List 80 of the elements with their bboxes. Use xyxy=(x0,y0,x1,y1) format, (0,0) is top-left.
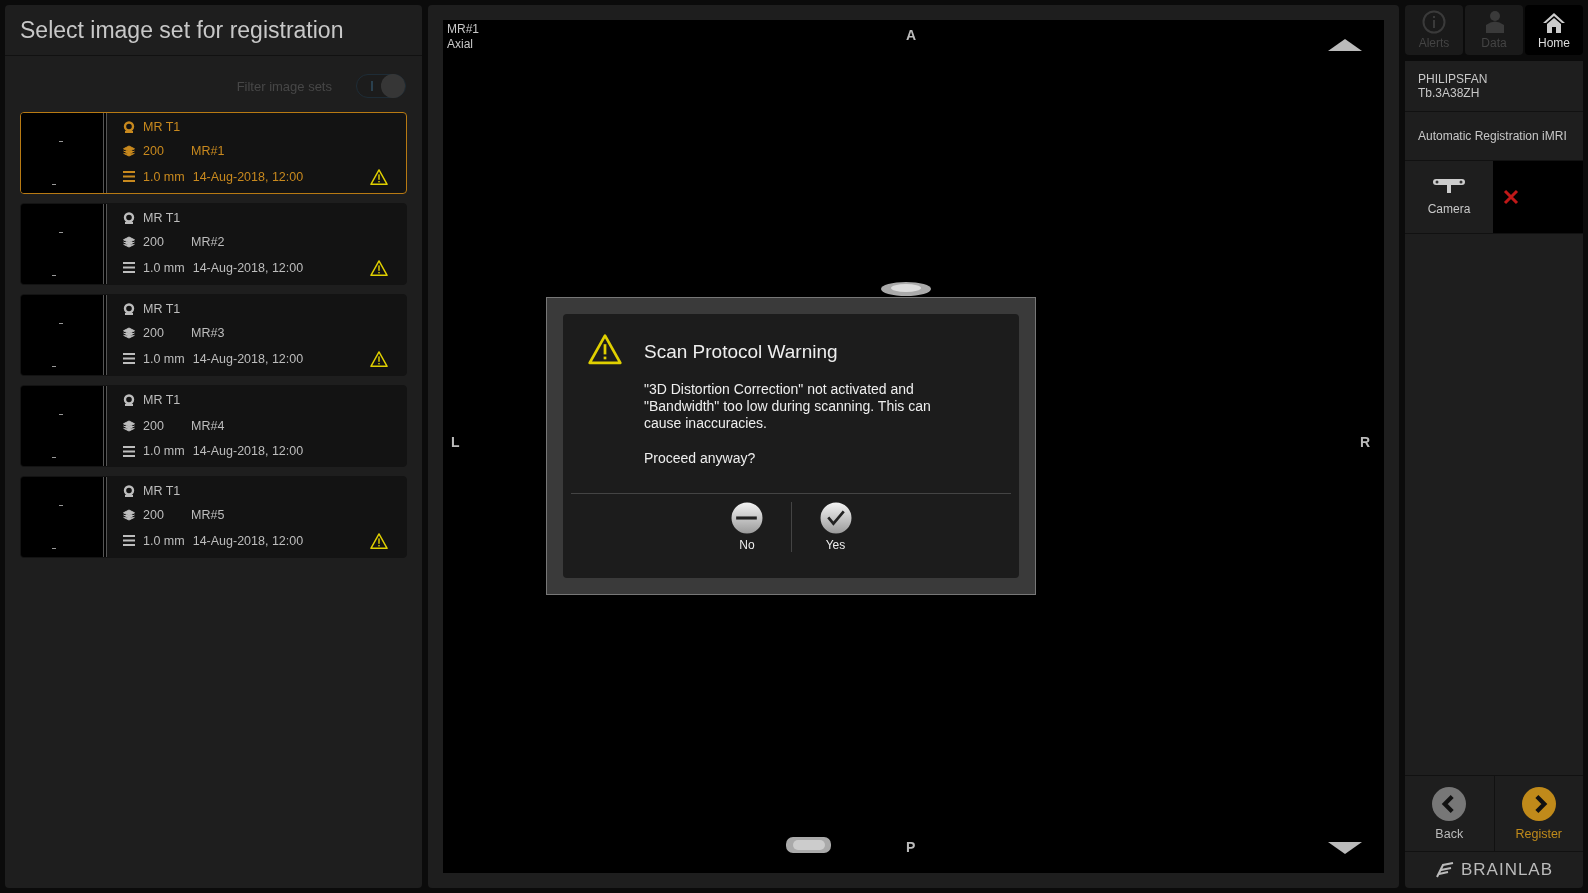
slice-count: 200 xyxy=(143,144,165,159)
no-button[interactable]: No xyxy=(703,502,791,552)
modality-text: MR T1 xyxy=(143,120,181,134)
slice-thickness: 1.0 mm xyxy=(143,169,185,184)
patient-text: PHILIPSFAN xyxy=(1418,72,1489,86)
modality-text: MR T1 xyxy=(143,484,181,498)
modality-text: MR T1 xyxy=(143,302,181,316)
slice-count: 200 xyxy=(143,326,165,341)
acquisition-date: 14-Aug-2018, 12:00 xyxy=(192,533,305,548)
lines-icon xyxy=(123,353,135,365)
yes-button[interactable]: Yes xyxy=(791,502,879,552)
layers-icon xyxy=(123,509,135,522)
orientation-label: P xyxy=(906,839,916,855)
image-set-card[interactable]: MR T1 200 MR#3 1.0 mm 14-Aug-2018, 12:00 xyxy=(20,294,407,376)
lines-icon xyxy=(123,262,135,274)
scanner-icon xyxy=(123,212,135,224)
slice-count: 200 xyxy=(143,508,165,523)
modality-text: MR T1 xyxy=(143,211,181,225)
scan-blob xyxy=(786,837,831,853)
lines-icon xyxy=(123,445,135,457)
dialog-message: "3D Distortion Correction" not activated and "Bandwidth" too low during scanning. This can cause inaccuracies. xyxy=(644,381,932,432)
scan-blob xyxy=(881,282,931,296)
series-name: MR#4 xyxy=(191,418,225,433)
acquisition-date: 14-Aug-2018, 12:00 xyxy=(192,260,305,275)
lines-icon xyxy=(123,171,135,183)
scroll-down-button[interactable] xyxy=(1328,841,1362,855)
scanner-icon xyxy=(123,303,135,315)
series-name: MR#3 xyxy=(191,326,225,341)
acquisition-date: 14-Aug-2018, 12:00 xyxy=(192,351,305,366)
layers-icon xyxy=(123,327,135,340)
close-icon xyxy=(1503,189,1519,205)
info-icon xyxy=(1422,10,1446,34)
orientation-label: L xyxy=(451,434,460,450)
warning-icon xyxy=(370,532,388,549)
scroll-up-button[interactable] xyxy=(1328,38,1362,52)
dialog-title: Scan Protocol Warning xyxy=(644,341,839,363)
slice-thickness: 1.0 mm xyxy=(143,351,185,366)
slice-count: 200 xyxy=(143,235,165,250)
warning-icon xyxy=(370,259,388,276)
forward-icon xyxy=(1521,786,1556,821)
nav-tab[interactable]: Home xyxy=(1525,5,1583,55)
slice-thickness: 1.0 mm xyxy=(143,533,185,548)
scanner-icon xyxy=(123,394,135,406)
series-label: MR#1 xyxy=(447,22,479,37)
camera-icon xyxy=(1432,178,1466,194)
image-set-card[interactable]: MR T1 200 MR#2 1.0 mm 14-Aug-2018, 12:00 xyxy=(20,203,407,285)
plane-label: Axial xyxy=(447,37,474,52)
runner-icon xyxy=(1434,862,1455,878)
image-set-card[interactable]: MR T1 200 MR#1 1.0 mm 14-Aug-2018, 12:00 xyxy=(20,112,407,194)
warning-icon xyxy=(370,168,388,185)
orientation-label: R xyxy=(1359,434,1370,450)
scanner-icon xyxy=(123,121,135,133)
lines-icon xyxy=(123,535,135,547)
series-name: MR#1 xyxy=(191,144,225,159)
panel-title: Select image set for registration xyxy=(5,5,422,56)
image-set-card[interactable]: MR T1 200 MR#5 1.0 mm 14-Aug-2018, 12:00 xyxy=(20,476,407,558)
acquisition-date: 14-Aug-2018, 12:00 xyxy=(192,444,305,458)
workflow-name: Automatic Registration iMRI xyxy=(1418,129,1568,143)
back-icon xyxy=(1432,786,1467,821)
scanner-icon xyxy=(123,485,135,497)
image-set-card[interactable]: MR T1 200 MR#4 1.0 mm 14-Aug-2018, 12:00 xyxy=(20,385,407,467)
patient-text: Tb.3A38ZH xyxy=(1418,86,1481,100)
warning-icon xyxy=(588,334,622,365)
slice-thickness: 1.0 mm xyxy=(143,260,185,275)
modality-text: MR T1 xyxy=(143,393,181,407)
layers-icon xyxy=(123,419,135,432)
check-icon xyxy=(819,502,852,534)
series-name: MR#5 xyxy=(191,508,225,523)
layers-icon xyxy=(123,145,135,158)
warning-icon xyxy=(370,350,388,367)
brand-name: BRAINLAB xyxy=(1460,860,1554,880)
series-name: MR#2 xyxy=(191,235,225,250)
slice-count: 200 xyxy=(143,418,165,433)
orientation-label: A xyxy=(906,27,917,43)
minus-icon xyxy=(731,502,763,534)
slice-thickness: 1.0 mm xyxy=(143,444,185,458)
dialog-question: Proceed anyway? xyxy=(644,450,757,467)
acquisition-date: 14-Aug-2018, 12:00 xyxy=(192,169,305,184)
layers-icon xyxy=(123,236,135,249)
home-icon xyxy=(1542,12,1566,34)
